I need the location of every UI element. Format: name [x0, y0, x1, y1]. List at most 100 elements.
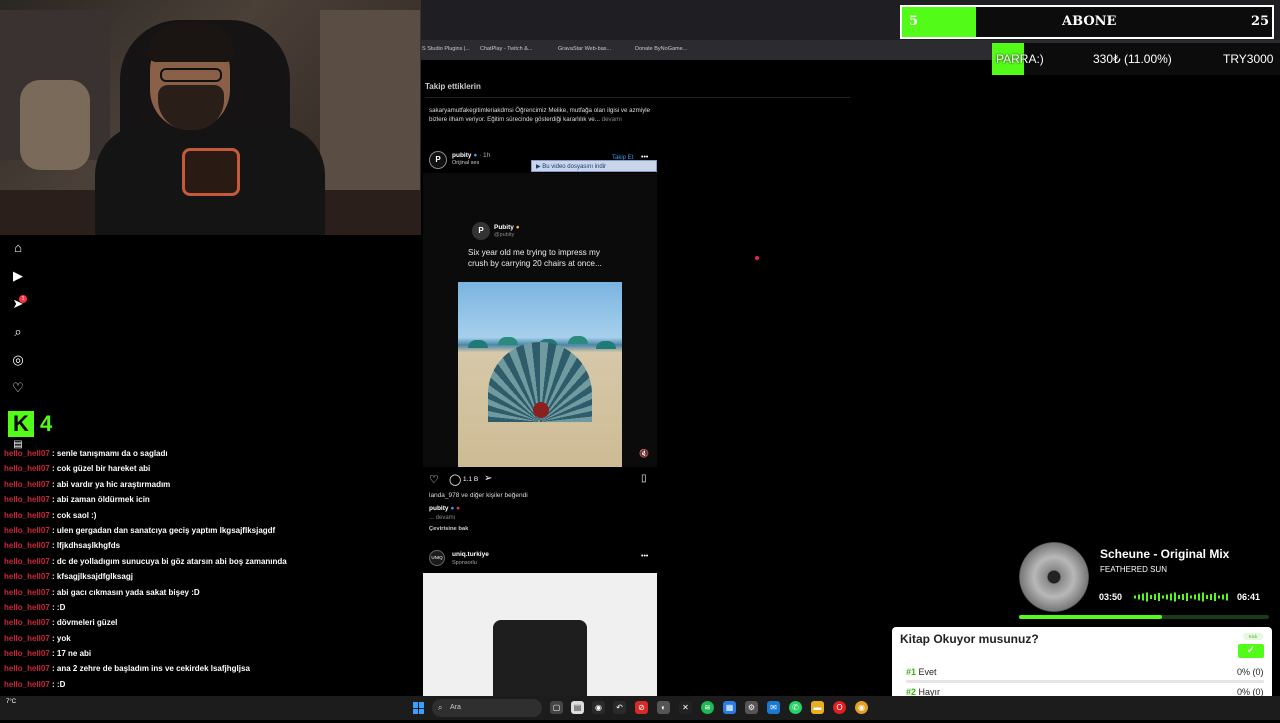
share-icon[interactable]: ➢	[484, 473, 492, 484]
chat-username[interactable]: hello_hell07	[4, 526, 50, 535]
file-icon[interactable]: ▤	[571, 701, 584, 714]
chat-text: abi gacı cıkmasın yada sakat bişey :D	[56, 587, 200, 597]
chat-text: lfjkdhsaşlkhgfds	[56, 541, 121, 551]
sub-goal-target: 25	[1251, 14, 1270, 29]
post-audio[interactable]: Orijinal ses	[452, 160, 479, 166]
caption-user[interactable]: pubity ● ●	[429, 505, 460, 512]
post-username[interactable]: pubity ● · 1h	[452, 152, 490, 159]
product-image[interactable]	[423, 573, 657, 696]
poll-question: Kitap Okuyor musunuz?	[900, 632, 1039, 646]
mute-icon[interactable]: 🔇	[639, 449, 649, 458]
chat-message: hello_hell07 : ana 2 zehre de başladım i…	[4, 664, 250, 674]
beach-image	[458, 282, 622, 467]
steam-icon[interactable]: ◉	[592, 701, 605, 714]
song-artist: FEATHERED SUN	[1100, 565, 1167, 574]
bookmark-item[interactable]: ChatPlay - Twitch &...	[480, 46, 532, 52]
bookmark-item[interactable]: S Studio Plugins |...	[422, 46, 470, 52]
more-link[interactable]: ... devamı	[429, 515, 455, 521]
chat-username[interactable]: hello_hell07	[4, 541, 50, 550]
chat-username[interactable]: hello_hell07	[4, 557, 50, 566]
taskbar-search[interactable]: ⌕ Ara	[432, 699, 542, 717]
audio-waveform	[1134, 592, 1228, 602]
chat-message: hello_hell07 : senle tanışmamı da o sagl…	[4, 449, 168, 458]
chrome-icon[interactable]: ◉	[855, 701, 868, 714]
task-view-icon[interactable]: ▢	[550, 701, 563, 714]
avatar[interactable]: UNIQ	[429, 550, 445, 566]
settings-icon[interactable]: ⚙	[745, 701, 758, 714]
song-title: Scheune - Original Mix	[1100, 547, 1230, 561]
chat-message: hello_hell07 : ulen gergadan dan sanatcı…	[4, 525, 276, 535]
spotify-icon[interactable]: ≋	[701, 701, 714, 714]
chat-username[interactable]: hello_hell07	[4, 449, 50, 458]
avatar[interactable]: P	[429, 151, 447, 169]
opera-icon[interactable]: O	[833, 701, 846, 714]
chat-username[interactable]: hello_hell07	[4, 680, 50, 689]
chat-username[interactable]: hello_hell07	[4, 618, 50, 627]
chat-username[interactable]: hello_hell07	[4, 464, 50, 473]
explore-icon[interactable]: ◎	[10, 352, 26, 368]
chat-overlay: hello_hell07 : senle tanışmamı da o sagl…	[4, 446, 420, 723]
mail-icon[interactable]: ✉	[767, 701, 780, 714]
chat-message: hello_hell07 : cok güzel bir hareket abi	[4, 464, 151, 474]
chat-message: hello_hell07 : abi gacı cıkmasın yada sa…	[4, 587, 200, 597]
chat-username[interactable]: hello_hell07	[4, 664, 50, 673]
chat-message: hello_hell07 : lfjkdhsaşlkhgfds	[4, 541, 121, 551]
home-icon[interactable]: ⌂	[10, 240, 26, 256]
kick-logo-icon: K	[8, 411, 34, 437]
chat-message: hello_hell07 : kfsagjlksajdfglksagj	[4, 572, 133, 582]
post-username[interactable]: uniq.turkiye	[452, 551, 489, 558]
chat-text: dc de yolladıgım sunucuya bi göz atarsın…	[56, 556, 287, 566]
heart-icon[interactable]: ♡	[10, 380, 26, 396]
song-total-time: 06:41	[1237, 592, 1261, 602]
post-caption: sakaryamutfakegitimleriakdmsi Öğrencimiz…	[429, 107, 651, 123]
app-icon[interactable]: ✕	[679, 701, 692, 714]
chat-username[interactable]: hello_hell07	[4, 572, 50, 581]
chat-text: abi zaman öldürmek icin	[56, 495, 150, 505]
chat-message: hello_hell07 : :D	[4, 602, 66, 612]
chat-message: hello_hell07 : dövmeleri güzel	[4, 618, 118, 628]
poll-option-bar	[906, 680, 1264, 683]
windows-start-icon[interactable]	[413, 702, 425, 714]
app-icon[interactable]: ◐	[657, 701, 670, 714]
like-icon[interactable]: ♡	[429, 473, 439, 486]
chat-username[interactable]: hello_hell07	[4, 511, 50, 520]
divider	[425, 97, 850, 98]
more-link[interactable]: devamı	[602, 116, 622, 123]
song-progress-fill	[1019, 615, 1162, 619]
download-video-bar[interactable]: ▶ Bu video dosyasını indir	[531, 160, 657, 172]
tweet-avatar: P	[472, 222, 490, 240]
chat-username[interactable]: hello_hell07	[4, 603, 50, 612]
app-icon[interactable]: ↶	[613, 701, 626, 714]
chat-username[interactable]: hello_hell07	[4, 634, 50, 643]
tweet-text: Six year old me trying to impress my cru…	[468, 248, 602, 268]
search-icon[interactable]: ⌕	[10, 324, 26, 340]
chat-username[interactable]: hello_hell07	[4, 649, 50, 658]
comment-icon[interactable]: ◯	[449, 473, 461, 486]
donation-goal-amount: 330₺ (11.00%)	[1093, 52, 1172, 66]
save-icon[interactable]: ▯	[641, 473, 647, 484]
chat-username[interactable]: hello_hell07	[4, 480, 50, 489]
app-icon[interactable]: ▦	[723, 701, 736, 714]
viewer-count: 4	[40, 411, 53, 436]
app-icon[interactable]: ⊘	[635, 701, 648, 714]
reels-icon[interactable]: ▶	[10, 268, 26, 284]
weather-widget[interactable]: 7°C	[6, 699, 16, 705]
song-progress-bar	[1019, 615, 1269, 619]
more-options-icon[interactable]: •••	[641, 553, 648, 560]
chat-username[interactable]: hello_hell07	[4, 588, 50, 597]
kick-badge: Kick	[1243, 633, 1263, 640]
kick-viewer-badge: K4	[8, 411, 52, 437]
chat-message: hello_hell07 : dc de yolladıgım sunucuya…	[4, 556, 287, 566]
sub-goal-current: 5	[909, 14, 919, 29]
chat-text: abi vardır ya hic araştırmadım	[56, 479, 171, 489]
song-current-time: 03:50	[1099, 592, 1123, 602]
translate-link[interactable]: Çevirisine bak	[429, 526, 468, 532]
whatsapp-icon[interactable]: ✆	[789, 701, 802, 714]
chat-username[interactable]: hello_hell07	[4, 495, 50, 504]
cursor-dot	[755, 256, 759, 260]
bookmark-item[interactable]: GravaStar Web-bas...	[558, 46, 611, 52]
poll-option-percent: 0% (0)	[1237, 667, 1264, 677]
post-actions: ♡ ◯ 1.1 B ➢ ▯	[429, 473, 654, 487]
folder-icon[interactable]: ▬	[811, 701, 824, 714]
bookmark-item[interactable]: Donate ByNoGame...	[635, 46, 687, 52]
